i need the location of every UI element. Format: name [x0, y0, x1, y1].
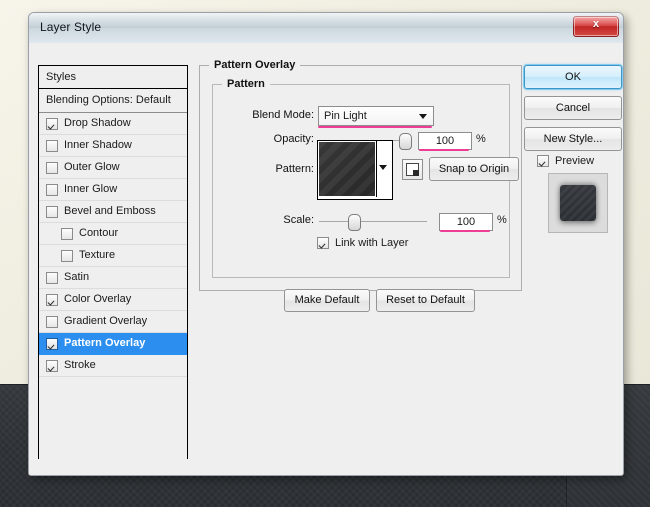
- new-style-button[interactable]: New Style...: [524, 127, 622, 151]
- checkbox-icon[interactable]: [46, 338, 58, 350]
- preview-label: Preview: [555, 155, 594, 167]
- window-title: Layer Style: [40, 20, 101, 34]
- chevron-down-icon: [419, 114, 427, 119]
- scale-slider-thumb[interactable]: [348, 214, 361, 231]
- effect-label: Color Overlay: [64, 289, 131, 310]
- pattern-swatch-picker[interactable]: [317, 140, 393, 200]
- styles-list-header[interactable]: Styles: [39, 66, 187, 89]
- scale-label: Scale:: [221, 214, 314, 226]
- layer-style-dialog: Layer Style x Styles Blending Options: D…: [28, 12, 624, 476]
- preview-checkbox[interactable]: Preview: [537, 155, 594, 167]
- effect-label: Drop Shadow: [64, 113, 131, 134]
- effect-row-outer-glow[interactable]: Outer Glow: [39, 157, 187, 179]
- checkbox-icon[interactable]: [46, 272, 58, 284]
- checkbox-icon[interactable]: [46, 206, 58, 218]
- blend-mode-label: Blend Mode:: [221, 109, 314, 121]
- blend-mode-value: Pin Light: [324, 110, 367, 122]
- scale-slider-track[interactable]: [319, 221, 427, 222]
- effect-row-inner-shadow[interactable]: Inner Shadow: [39, 135, 187, 157]
- pattern-overlay-group-title: Pattern Overlay: [209, 59, 300, 71]
- effect-label: Gradient Overlay: [64, 311, 147, 332]
- effect-row-color-overlay[interactable]: Color Overlay: [39, 289, 187, 311]
- effect-label: Bevel and Emboss: [64, 201, 156, 222]
- preview-shape: [560, 185, 596, 221]
- pattern-swatch-divider: [376, 141, 377, 197]
- blend-mode-dropdown[interactable]: Pin Light: [318, 106, 434, 126]
- effect-label: Texture: [79, 245, 115, 266]
- opacity-highlight-underline: [419, 149, 469, 151]
- effect-row-texture[interactable]: Texture: [39, 245, 187, 267]
- dialog-client-area: Styles Blending Options: Default Drop Sh…: [29, 43, 623, 475]
- effect-row-satin[interactable]: Satin: [39, 267, 187, 289]
- effect-label: Contour: [79, 223, 118, 244]
- ok-button[interactable]: OK: [524, 65, 622, 89]
- effects-list: Drop ShadowInner ShadowOuter GlowInner G…: [39, 113, 187, 377]
- pattern-label: Pattern:: [221, 163, 314, 175]
- cancel-button[interactable]: Cancel: [524, 96, 622, 120]
- effect-label: Stroke: [64, 355, 96, 376]
- pattern-overlay-group: Pattern Overlay Pattern Blend Mode: Pin …: [199, 65, 522, 291]
- close-icon: x: [574, 18, 618, 30]
- effect-label: Inner Shadow: [64, 135, 132, 156]
- checkbox-icon[interactable]: [61, 228, 73, 240]
- effect-row-gradient-overlay[interactable]: Gradient Overlay: [39, 311, 187, 333]
- opacity-slider-thumb[interactable]: [399, 133, 412, 150]
- blend-mode-highlight-underline: [318, 126, 432, 128]
- effect-label: Outer Glow: [64, 157, 120, 178]
- pattern-group-title: Pattern: [222, 78, 270, 90]
- pattern-swatch-shine: [319, 142, 375, 196]
- effect-label: Satin: [64, 267, 89, 288]
- effect-row-stroke[interactable]: Stroke: [39, 355, 187, 377]
- make-default-button[interactable]: Make Default: [284, 289, 370, 312]
- effect-row-bevel-and-emboss[interactable]: Bevel and Emboss: [39, 201, 187, 223]
- opacity-label: Opacity:: [221, 133, 314, 145]
- opacity-percent-label: %: [476, 133, 486, 145]
- styles-list-panel: Styles Blending Options: Default Drop Sh…: [38, 65, 188, 459]
- effect-row-drop-shadow[interactable]: Drop Shadow: [39, 113, 187, 135]
- pattern-inner-group: Pattern Blend Mode: Pin Light Opacity: 1…: [212, 84, 510, 278]
- effect-label: Pattern Overlay: [64, 333, 145, 354]
- scale-highlight-underline: [440, 230, 490, 232]
- effect-label: Inner Glow: [64, 179, 117, 200]
- scale-input[interactable]: 100: [439, 213, 493, 231]
- effect-row-pattern-overlay[interactable]: Pattern Overlay: [39, 333, 187, 355]
- new-preset-icon: [406, 163, 419, 176]
- scale-percent-label: %: [497, 214, 507, 226]
- chevron-down-icon[interactable]: [379, 165, 387, 170]
- checkbox-icon[interactable]: [46, 162, 58, 174]
- new-pattern-preset-button[interactable]: [402, 159, 423, 180]
- blending-options-row[interactable]: Blending Options: Default: [39, 89, 187, 113]
- checkbox-icon[interactable]: [61, 250, 73, 262]
- checkbox-icon[interactable]: [46, 360, 58, 372]
- checkbox-icon: [537, 155, 549, 167]
- effect-row-inner-glow[interactable]: Inner Glow: [39, 179, 187, 201]
- checkbox-icon[interactable]: [46, 184, 58, 196]
- checkbox-icon[interactable]: [46, 316, 58, 328]
- checkbox-icon: [317, 237, 329, 249]
- title-bar: Layer Style x: [29, 13, 623, 44]
- reset-to-default-button[interactable]: Reset to Default: [376, 289, 475, 312]
- effect-row-contour[interactable]: Contour: [39, 223, 187, 245]
- checkbox-icon[interactable]: [46, 294, 58, 306]
- snap-to-origin-button[interactable]: Snap to Origin: [429, 157, 519, 181]
- opacity-input[interactable]: 100: [418, 132, 472, 150]
- checkbox-icon[interactable]: [46, 118, 58, 130]
- preview-thumbnail: [548, 173, 608, 233]
- styles-list-empty-area: [39, 377, 187, 476]
- close-button[interactable]: x: [573, 16, 619, 37]
- link-with-layer-checkbox[interactable]: Link with Layer: [317, 237, 408, 249]
- link-with-layer-label: Link with Layer: [335, 237, 408, 249]
- checkbox-icon[interactable]: [46, 140, 58, 152]
